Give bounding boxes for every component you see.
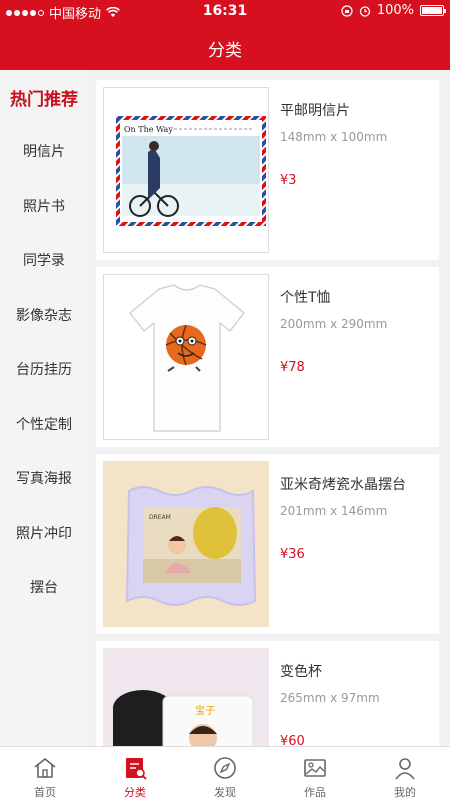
category-icon [126,758,147,780]
sidebar-item-postcard[interactable]: 明信片 [0,124,88,179]
tab-discover[interactable]: 发现 [180,747,270,800]
top-bar: 中国移动 16:31 100% 分类 [0,0,450,70]
tab-label: 首页 [34,786,56,799]
product-size: 265mm x 97mm [280,691,380,705]
product-price: ¥60 [280,734,305,746]
user-icon [395,758,415,780]
product-card[interactable]: DREAM 亚米奇烤瓷水晶摆台 201mm x 146mm ¥36 [96,454,439,634]
sidebar-item-photobook[interactable]: 照片书 [0,179,88,234]
product-card[interactable]: 宝子 变色杯 265mm x 97mm ¥60 [96,641,439,746]
sidebar-item-frame[interactable]: 摆台 [0,560,88,615]
sidebar-item-custom[interactable]: 个性定制 [0,397,88,452]
product-card[interactable]: On The Way 平邮明信片 148mm x 100mm ¥3 [96,80,439,260]
product-image-mug: 宝子 [103,648,269,746]
compass-icon [214,757,236,779]
postcard-image-text: On The Way [124,125,173,134]
product-card[interactable]: 个性T恤 200mm x 290mm ¥78 [96,267,439,447]
tab-category[interactable]: 分类 [90,747,180,800]
home-icon [34,757,56,778]
tab-works[interactable]: 作品 [270,747,360,800]
page-title: 分类 [208,41,242,61]
product-image-postcard: On The Way [103,87,269,253]
sidebar-item-magazine[interactable]: 影像杂志 [0,288,88,343]
sidebar-item-prints[interactable]: 照片冲印 [0,506,88,561]
sidebar-item-hot[interactable]: 热门推荐 [0,70,88,124]
tab-profile[interactable]: 我的 [360,747,450,800]
product-name: 个性T恤 [280,290,331,306]
bottom-tab-bar: 首页 分类 发现 作品 我的 [0,746,450,800]
product-name: 平邮明信片 [280,103,350,119]
product-list: On The Way 平邮明信片 148mm x 100mm ¥3 个性T恤 2… [88,70,450,746]
tab-label: 分类 [124,786,146,799]
product-name: 变色杯 [280,664,322,680]
tab-home[interactable]: 首页 [0,747,90,800]
product-name: 亚米奇烤瓷水晶摆台 [280,477,406,493]
product-price: ¥78 [280,360,305,375]
battery-icon [420,5,446,16]
product-size: 200mm x 290mm [280,317,388,331]
category-sidebar: 热门推荐 明信片 照片书 同学录 影像杂志 台历挂历 个性定制 写真海报 照片冲… [0,70,88,746]
battery-label: 100% [376,3,414,18]
rotation-lock-icon [341,4,353,17]
tab-label: 我的 [394,786,416,799]
product-image-frame: DREAM [103,461,269,627]
status-bar: 中国移动 16:31 100% [0,0,450,22]
product-price: ¥3 [280,173,297,188]
frame-image-text: DREAM [149,514,171,521]
status-right: 100% [341,3,446,18]
sidebar-item-yearbook[interactable]: 同学录 [0,233,88,288]
alarm-icon [359,5,370,17]
picture-icon [304,759,326,777]
sidebar-item-calendar[interactable]: 台历挂历 [0,342,88,397]
product-price: ¥36 [280,547,305,562]
product-image-tshirt [103,274,269,440]
tab-label: 作品 [304,786,326,799]
sidebar-item-poster[interactable]: 写真海报 [0,451,88,506]
tab-label: 发现 [214,786,236,799]
mug-image-text: 宝子 [195,704,215,717]
product-size: 201mm x 146mm [280,504,388,518]
product-size: 148mm x 100mm [280,130,388,144]
